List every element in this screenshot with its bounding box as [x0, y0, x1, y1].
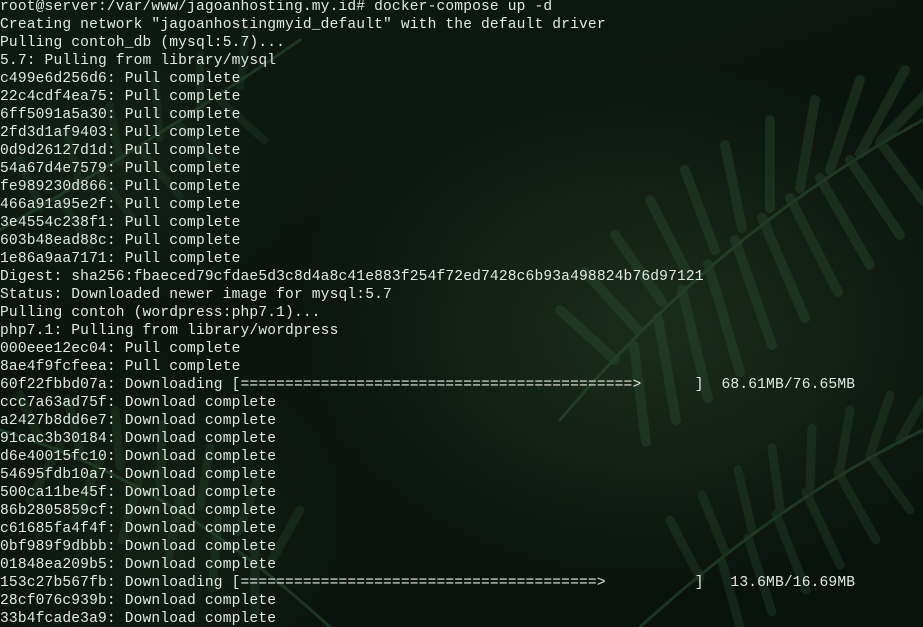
terminal-line: 01848ea209b5: Download complete — [0, 557, 277, 573]
terminal-line: 0d9d26127d1d: Pull complete — [0, 143, 241, 159]
terminal-line: 54a67d4e7579: Pull complete — [0, 161, 241, 177]
terminal-line-progress: 153c27b567fb: Downloading [=============… — [0, 575, 856, 591]
terminal-line: 000eee12ec04: Pull complete — [0, 341, 241, 357]
terminal-line: Pulling contoh (wordpress:php7.1)... — [0, 305, 321, 321]
terminal-line: ccc7a63ad75f: Download complete — [0, 395, 277, 411]
terminal-line: fe989230d866: Pull complete — [0, 179, 241, 195]
terminal-line: php7.1: Pulling from library/wordpress — [0, 323, 339, 339]
terminal-line: 33b4fcade3a9: Download complete — [0, 611, 277, 627]
terminal-line: a2427b8dd6e7: Download complete — [0, 413, 277, 429]
terminal-line: 466a91a95e2f: Pull complete — [0, 197, 241, 213]
terminal-line: 6ff5091a5a30: Pull complete — [0, 107, 241, 123]
terminal-line: 28cf076c939b: Download complete — [0, 593, 277, 609]
terminal-line: d6e40015fc10: Download complete — [0, 449, 277, 465]
terminal-line: 22c4cdf4ea75: Pull complete — [0, 89, 241, 105]
terminal-window[interactable]: root@server:/var/www/jagoanhosting.my.id… — [0, 0, 923, 627]
terminal-line: 2fd3d1af9403: Pull complete — [0, 125, 241, 141]
terminal-line: 3e4554c238f1: Pull complete — [0, 215, 241, 231]
terminal-line: 8ae4f9fcfeea: Pull complete — [0, 359, 241, 375]
terminal-line: 1e86a9aa7171: Pull complete — [0, 251, 241, 267]
terminal-line: 86b2805859cf: Download complete — [0, 503, 277, 519]
terminal-line: 603b48ead88c: Pull complete — [0, 233, 241, 249]
terminal-line: Creating network "jagoanhostingmyid_defa… — [0, 17, 606, 33]
terminal-line: 0bf989f9dbbb: Download complete — [0, 539, 277, 555]
terminal-line: 5.7: Pulling from library/mysql — [0, 53, 277, 69]
terminal-output: root@server:/var/www/jagoanhosting.my.id… — [0, 0, 855, 627]
terminal-line-command: root@server:/var/www/jagoanhosting.my.id… — [0, 0, 553, 15]
terminal-line: 500ca11be45f: Download complete — [0, 485, 277, 501]
terminal-line-progress: 60f22fbbd07a: Downloading [=============… — [0, 377, 856, 393]
terminal-line: 54695fdb10a7: Download complete — [0, 467, 277, 483]
terminal-line: c61685fa4f4f: Download complete — [0, 521, 277, 537]
terminal-line: 91cac3b30184: Download complete — [0, 431, 277, 447]
terminal-line: Pulling contoh_db (mysql:5.7)... — [0, 35, 286, 51]
terminal-line: Digest: sha256:fbaeced79cfdae5d3c8d4a8c4… — [0, 269, 704, 285]
terminal-line: Status: Downloaded newer image for mysql… — [0, 287, 392, 303]
terminal-line: c499e6d256d6: Pull complete — [0, 71, 241, 87]
